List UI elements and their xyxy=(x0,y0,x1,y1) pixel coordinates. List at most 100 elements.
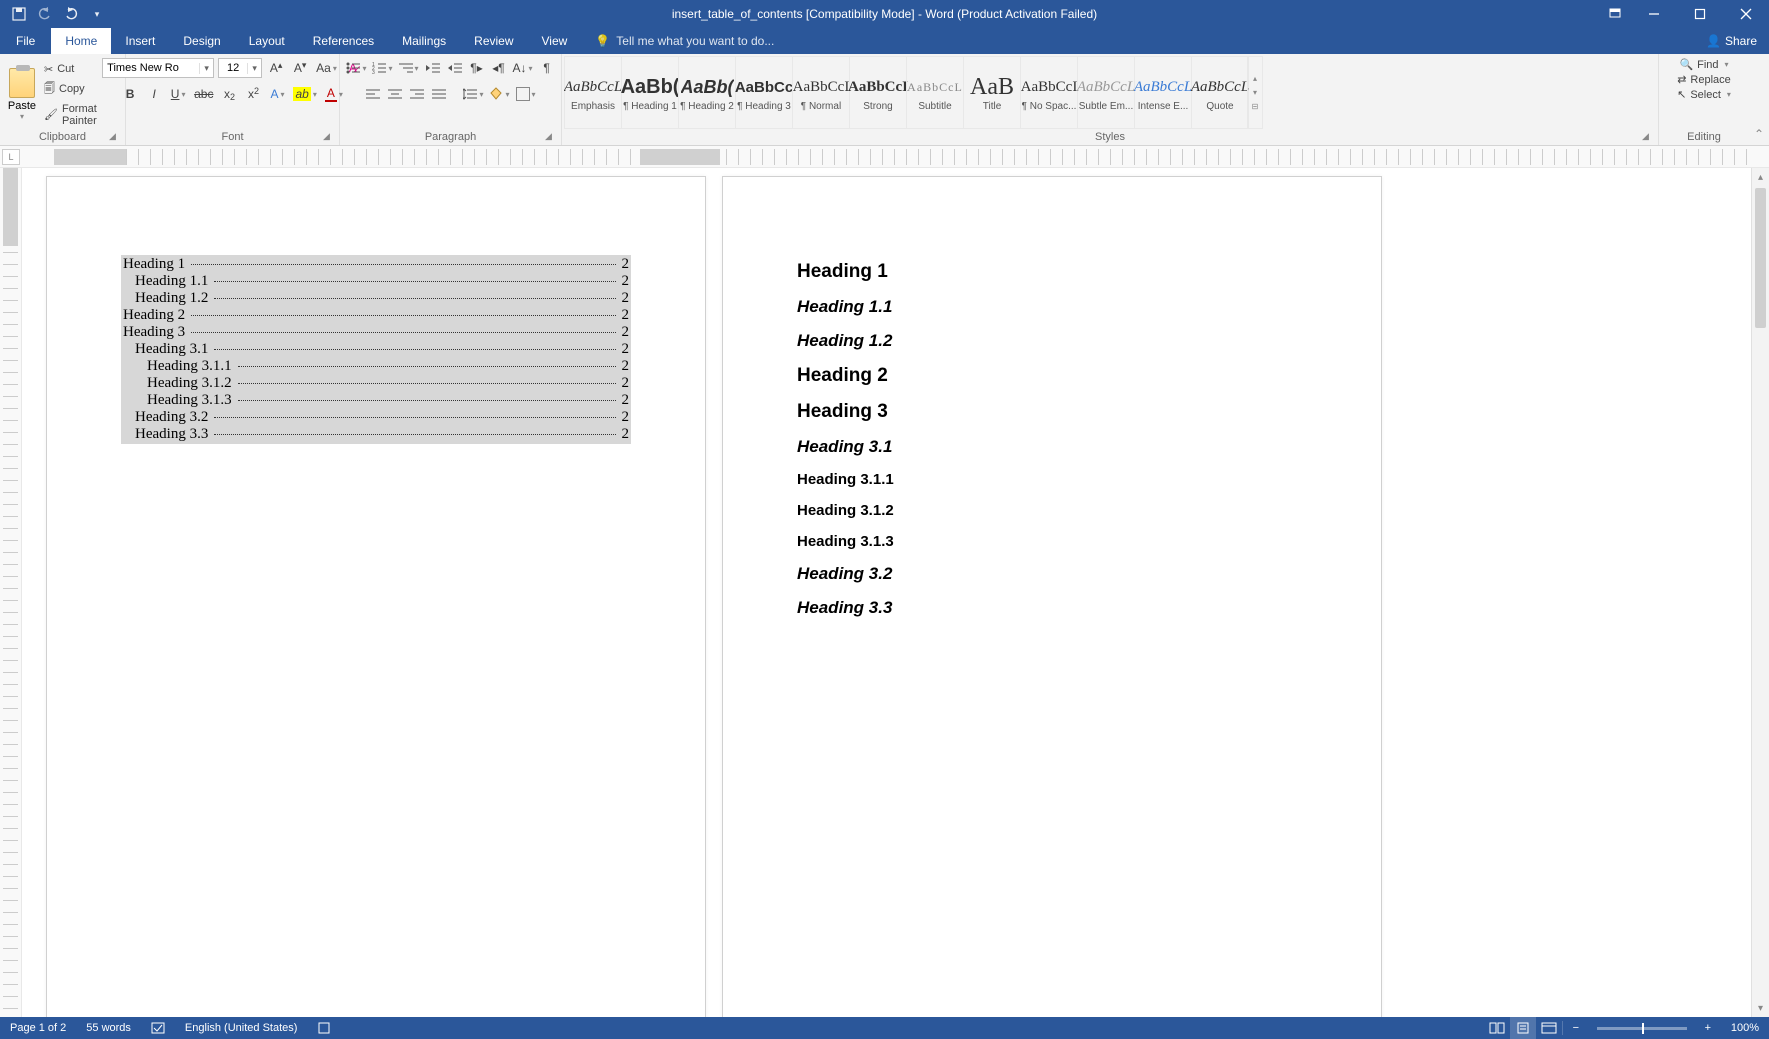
toc-entry[interactable]: Heading 3.32 xyxy=(123,426,629,443)
undo-button[interactable] xyxy=(34,3,56,25)
horizontal-ruler[interactable] xyxy=(54,149,1755,165)
font-size-combo[interactable]: 12▾ xyxy=(218,58,262,78)
style-quote[interactable]: AaBbCcLQuote xyxy=(1191,56,1249,129)
zoom-out-button[interactable]: − xyxy=(1563,1017,1589,1039)
word-count-status[interactable]: 55 words xyxy=(76,1022,141,1034)
tab-references[interactable]: References xyxy=(299,28,388,54)
align-right-button[interactable] xyxy=(407,84,427,104)
page-2[interactable]: Heading 1Heading 1.1Heading 1.2Heading 2… xyxy=(722,176,1382,1017)
toc-entry[interactable]: Heading 3.1.22 xyxy=(123,375,629,392)
line-spacing-button[interactable] xyxy=(461,84,485,104)
highlight-button[interactable]: ab xyxy=(291,84,318,104)
heading[interactable]: Heading 1 xyxy=(797,261,1307,283)
styles-launcher[interactable]: ◢ xyxy=(1642,131,1654,143)
shrink-font-button[interactable]: A▾ xyxy=(290,58,310,78)
text-effects-button[interactable]: A xyxy=(267,84,287,104)
tab-layout[interactable]: Layout xyxy=(235,28,299,54)
paragraph-launcher[interactable]: ◢ xyxy=(545,131,557,143)
find-button[interactable]: Find▾ xyxy=(1679,58,1728,71)
table-of-contents-field[interactable]: Heading 12Heading 1.12Heading 1.22 Headin… xyxy=(121,255,631,444)
tab-selector[interactable]: L xyxy=(2,149,20,165)
rtl-button[interactable]: ◂¶ xyxy=(489,58,509,78)
tab-design[interactable]: Design xyxy=(169,28,234,54)
align-center-button[interactable] xyxy=(385,84,405,104)
decrease-indent-button[interactable] xyxy=(423,58,443,78)
style-emphasis[interactable]: AaBbCcLEmphasis xyxy=(564,56,622,129)
ribbon-display-options-button[interactable] xyxy=(1599,0,1631,28)
heading[interactable]: Heading 3.1.1 xyxy=(797,471,1307,488)
page-1[interactable]: Heading 12Heading 1.12Heading 1.22 Headin… xyxy=(46,176,706,1017)
font-name-combo[interactable]: Times New Ro▾ xyxy=(102,58,214,78)
tab-file[interactable]: File xyxy=(0,28,51,54)
language-status[interactable]: English (United States) xyxy=(175,1022,308,1034)
bold-button[interactable]: B xyxy=(120,84,140,104)
style--heading-1[interactable]: AaBb(¶ Heading 1 xyxy=(621,56,679,129)
shading-button[interactable] xyxy=(487,84,511,104)
underline-button[interactable]: U xyxy=(168,84,188,104)
toc-entry[interactable]: Heading 3.12 xyxy=(123,341,629,358)
toc-entry[interactable]: Heading 12 xyxy=(123,256,629,273)
heading[interactable]: Heading 1.1 xyxy=(797,297,1307,317)
strikethrough-button[interactable]: abc xyxy=(192,84,215,104)
style-title[interactable]: AaBTitle xyxy=(963,56,1021,129)
heading[interactable]: Heading 1.2 xyxy=(797,331,1307,351)
heading[interactable]: Heading 3.2 xyxy=(797,564,1307,584)
heading[interactable]: Heading 3.1.2 xyxy=(797,502,1307,519)
page-number-status[interactable]: Page 1 of 2 xyxy=(0,1022,76,1034)
bullets-button[interactable] xyxy=(344,58,368,78)
change-case-button[interactable]: Aa xyxy=(314,58,339,78)
scroll-up-button[interactable]: ▴ xyxy=(1752,168,1769,186)
select-button[interactable]: Select▾ xyxy=(1677,88,1731,101)
style-intense-e-[interactable]: AaBbCcLIntense E... xyxy=(1134,56,1192,129)
scroll-thumb[interactable] xyxy=(1755,188,1766,328)
spell-check-status[interactable] xyxy=(141,1021,175,1035)
close-button[interactable] xyxy=(1723,0,1769,28)
toc-entry[interactable]: Heading 3.22 xyxy=(123,409,629,426)
align-left-button[interactable] xyxy=(363,84,383,104)
web-layout-button[interactable] xyxy=(1536,1017,1562,1039)
redo-button[interactable] xyxy=(60,3,82,25)
replace-button[interactable]: Replace xyxy=(1677,73,1731,86)
styles-gallery-expand[interactable]: ▴▾⊟ xyxy=(1247,56,1263,129)
toc-entry[interactable]: Heading 1.22 xyxy=(123,290,629,307)
heading[interactable]: Heading 3 xyxy=(797,401,1307,423)
heading[interactable]: Heading 3.1 xyxy=(797,437,1307,457)
tab-home[interactable]: Home xyxy=(51,28,111,54)
tab-view[interactable]: View xyxy=(528,28,582,54)
numbering-button[interactable]: 123 xyxy=(370,58,394,78)
format-painter-button[interactable]: Format Painter xyxy=(40,102,119,128)
style--no-spac-[interactable]: AaBbCcI¶ No Spac... xyxy=(1020,56,1078,129)
zoom-in-button[interactable]: + xyxy=(1695,1017,1721,1039)
tab-mailings[interactable]: Mailings xyxy=(388,28,460,54)
multilevel-list-button[interactable] xyxy=(397,58,421,78)
tell-me-search[interactable]: 💡 Tell me what you want to do... xyxy=(581,28,774,54)
superscript-button[interactable]: x2 xyxy=(243,84,263,104)
vertical-scrollbar[interactable]: ▴ ▾ xyxy=(1751,168,1769,1017)
print-layout-button[interactable] xyxy=(1510,1017,1536,1039)
show-marks-button[interactable]: ¶ xyxy=(537,58,557,78)
clipboard-launcher[interactable]: ◢ xyxy=(109,131,121,143)
toc-entry[interactable]: Heading 3.1.12 xyxy=(123,358,629,375)
copy-button[interactable]: Copy xyxy=(40,79,119,100)
toc-entry[interactable]: Heading 3.1.32 xyxy=(123,392,629,409)
increase-indent-button[interactable] xyxy=(445,58,465,78)
style--heading-2[interactable]: AaBb(¶ Heading 2 xyxy=(678,56,736,129)
zoom-slider[interactable] xyxy=(1597,1027,1687,1030)
style-subtle-em-[interactable]: AaBbCcLSubtle Em... xyxy=(1077,56,1135,129)
share-button[interactable]: 👤 Share xyxy=(1706,28,1769,54)
style--normal[interactable]: AaBbCcI¶ Normal xyxy=(792,56,850,129)
scroll-down-button[interactable]: ▾ xyxy=(1752,999,1769,1017)
vertical-ruler[interactable] xyxy=(0,168,22,1017)
style-strong[interactable]: AaBbCcIStrong xyxy=(849,56,907,129)
heading[interactable]: Heading 3.1.3 xyxy=(797,533,1307,550)
macro-status[interactable] xyxy=(307,1021,341,1035)
justify-button[interactable] xyxy=(429,84,449,104)
pages-scroll[interactable]: Heading 12Heading 1.12Heading 1.22 Headin… xyxy=(22,168,1751,1017)
toc-entry[interactable]: Heading 1.12 xyxy=(123,273,629,290)
tab-review[interactable]: Review xyxy=(460,28,527,54)
subscript-button[interactable]: x2 xyxy=(219,84,239,104)
tab-insert[interactable]: Insert xyxy=(111,28,169,54)
grow-font-button[interactable]: A▴ xyxy=(266,58,286,78)
save-button[interactable] xyxy=(8,3,30,25)
style-subtitle[interactable]: AaBbCcLSubtitle xyxy=(906,56,964,129)
